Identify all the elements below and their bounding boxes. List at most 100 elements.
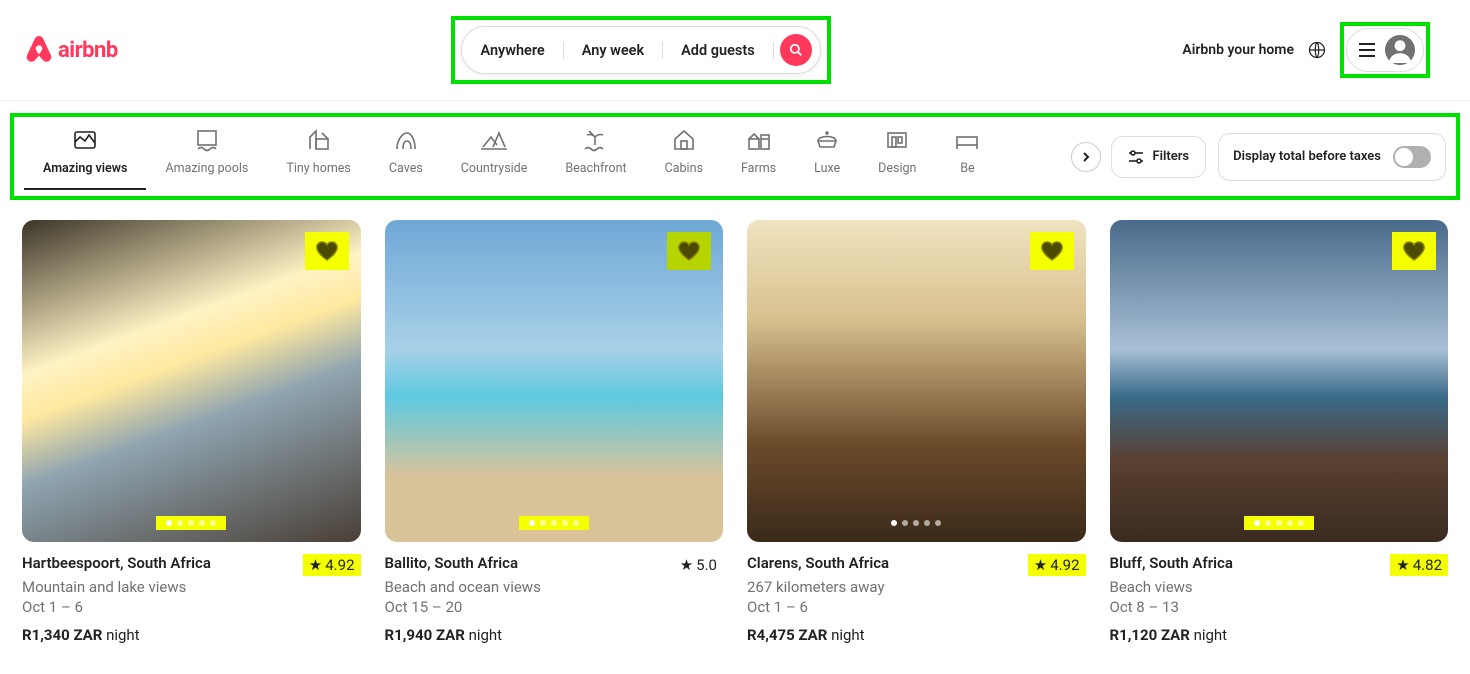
listing-price: R1,120 ZAR night — [1110, 626, 1449, 644]
header: airbnb Anywhere Any week Add guests Airb… — [0, 0, 1470, 101]
sliders-icon — [1128, 149, 1144, 165]
category-label: Cabins — [665, 161, 703, 176]
listing-dates: Oct 15 – 20 — [385, 598, 724, 616]
category-next-button[interactable] — [1071, 142, 1101, 172]
search-dates[interactable]: Any week — [564, 42, 663, 59]
header-right: Airbnb your home — [1182, 22, 1430, 78]
listing-rating: ★4.92 — [1028, 554, 1086, 576]
listing-title: Ballito, South Africa — [385, 554, 519, 572]
category-label: Amazing views — [43, 161, 127, 176]
category-label: Design — [878, 161, 916, 176]
listing-image[interactable] — [747, 220, 1086, 542]
heart-icon — [677, 239, 701, 263]
search-button[interactable] — [780, 34, 812, 66]
avatar — [1385, 35, 1415, 65]
category-label: Be — [960, 161, 974, 176]
filters-button[interactable]: Filters — [1111, 136, 1206, 178]
favorite-button[interactable] — [305, 232, 349, 270]
cabins-icon — [671, 127, 697, 153]
luxe-icon — [814, 127, 840, 153]
category-item-design[interactable]: Design — [859, 123, 935, 190]
category-label: Farms — [741, 161, 776, 176]
listing-subtitle: Beach views — [1110, 578, 1449, 596]
search-icon — [789, 43, 803, 57]
category-item-tiny[interactable]: Tiny homes — [267, 123, 369, 190]
favorite-button[interactable] — [667, 232, 711, 270]
category-label: Beachfront — [565, 161, 626, 176]
category-item-bed[interactable]: Be — [935, 123, 999, 190]
category-item-caves[interactable]: Caves — [370, 123, 442, 190]
beachfront-icon — [583, 127, 609, 153]
category-list[interactable]: Amazing views Amazing pools Tiny homes C… — [24, 123, 1061, 190]
tax-toggle[interactable]: Display total before taxes — [1218, 133, 1446, 181]
brand-text: airbnb — [58, 38, 118, 63]
star-icon: ★ — [1034, 556, 1047, 574]
listing-card[interactable]: Hartbeespoort, South Africa ★4.92 Mounta… — [22, 220, 361, 644]
category-item-beachfront[interactable]: Beachfront — [546, 123, 645, 190]
listing-subtitle: 267 kilometers away — [747, 578, 1086, 596]
heart-icon — [1402, 239, 1426, 263]
star-icon: ★ — [1396, 556, 1409, 574]
listing-subtitle: Beach and ocean views — [385, 578, 724, 596]
category-label: Caves — [389, 161, 423, 176]
tiny-icon — [306, 127, 332, 153]
listing-title: Clarens, South Africa — [747, 554, 889, 572]
globe-icon[interactable] — [1308, 41, 1326, 59]
search-highlight-box: Anywhere Any week Add guests — [451, 16, 830, 84]
listing-subtitle: Mountain and lake views — [22, 578, 361, 596]
user-menu-button[interactable] — [1346, 28, 1424, 72]
toggle-switch[interactable] — [1393, 146, 1431, 168]
listing-card[interactable]: Ballito, South Africa ★5.0 Beach and oce… — [385, 220, 724, 644]
search-bar[interactable]: Anywhere Any week Add guests — [461, 26, 820, 74]
listing-dates: Oct 8 – 13 — [1110, 598, 1449, 616]
image-pagination-dots[interactable] — [519, 516, 589, 530]
image-pagination-dots[interactable] — [1244, 516, 1314, 530]
person-icon — [1387, 37, 1413, 63]
heart-icon — [315, 239, 339, 263]
tax-toggle-label: Display total before taxes — [1233, 149, 1381, 164]
caves-icon — [393, 127, 419, 153]
listing-dates: Oct 1 – 6 — [22, 598, 361, 616]
category-label: Luxe — [814, 161, 840, 176]
listing-dates: Oct 1 – 6 — [747, 598, 1086, 616]
category-label: Tiny homes — [286, 161, 350, 176]
listings-grid: Hartbeespoort, South Africa ★4.92 Mounta… — [0, 200, 1470, 674]
category-item-views[interactable]: Amazing views — [24, 123, 146, 190]
listing-rating: ★4.92 — [303, 554, 361, 576]
search-guests[interactable]: Add guests — [663, 42, 774, 59]
listing-image[interactable] — [22, 220, 361, 542]
favorite-button[interactable] — [1030, 232, 1074, 270]
category-label: Countryside — [461, 161, 528, 176]
listing-title: Hartbeespoort, South Africa — [22, 554, 211, 572]
host-your-home-link[interactable]: Airbnb your home — [1182, 42, 1294, 58]
category-bar: Amazing views Amazing pools Tiny homes C… — [24, 123, 1446, 190]
listing-price: R1,340 ZAR night — [22, 626, 361, 644]
listing-image[interactable] — [1110, 220, 1449, 542]
design-icon — [884, 127, 910, 153]
category-item-luxe[interactable]: Luxe — [795, 123, 859, 190]
views-icon — [72, 127, 98, 153]
star-icon: ★ — [680, 556, 693, 574]
pools-icon — [194, 127, 220, 153]
hamburger-icon — [1359, 43, 1375, 57]
listing-card[interactable]: Bluff, South Africa ★4.82 Beach views Oc… — [1110, 220, 1449, 644]
image-pagination-dots[interactable] — [881, 516, 951, 530]
category-item-pools[interactable]: Amazing pools — [146, 123, 267, 190]
logo[interactable]: airbnb — [24, 34, 118, 66]
category-bar-highlight-box: Amazing views Amazing pools Tiny homes C… — [10, 113, 1460, 200]
listing-image[interactable] — [385, 220, 724, 542]
user-menu-highlight-box — [1340, 22, 1430, 78]
listing-card[interactable]: Clarens, South Africa ★4.92 267 kilomete… — [747, 220, 1086, 644]
category-item-farms[interactable]: Farms — [722, 123, 795, 190]
listing-price: R1,940 ZAR night — [385, 626, 724, 644]
airbnb-logo-icon — [24, 34, 54, 66]
countryside-icon — [481, 127, 507, 153]
search-location[interactable]: Anywhere — [462, 42, 563, 59]
category-item-cabins[interactable]: Cabins — [646, 123, 722, 190]
listing-rating: ★4.82 — [1390, 554, 1448, 576]
category-item-countryside[interactable]: Countryside — [442, 123, 547, 190]
heart-icon — [1040, 239, 1064, 263]
favorite-button[interactable] — [1392, 232, 1436, 270]
image-pagination-dots[interactable] — [156, 516, 226, 530]
star-icon: ★ — [309, 556, 322, 574]
